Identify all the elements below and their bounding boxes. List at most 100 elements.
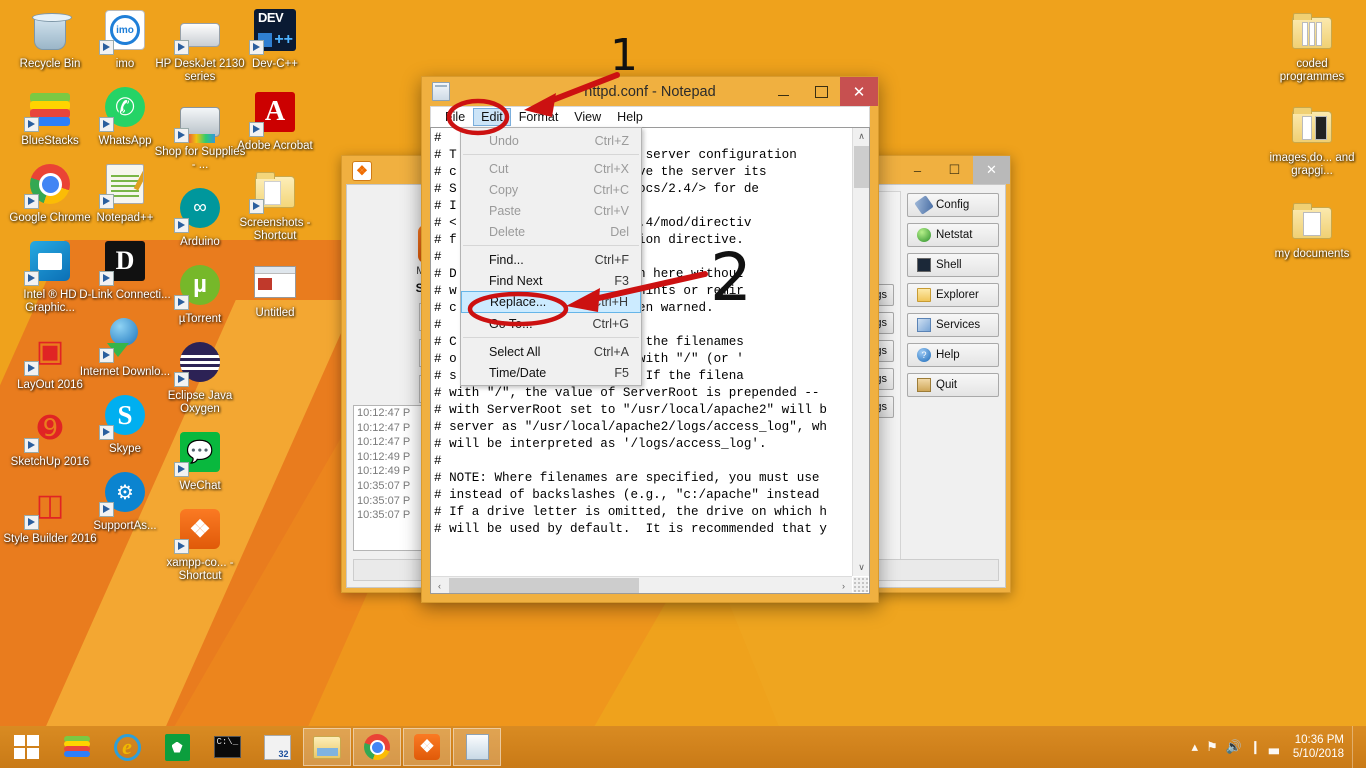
menu-item-find-next[interactable]: Find Next F3 [461, 270, 641, 291]
shortcut-overlay-icon [174, 40, 189, 55]
notepad-titlebar[interactable]: httpd.conf - Notepad ✕ [422, 77, 878, 106]
scroll-left-arrow-icon[interactable]: ‹ [431, 577, 448, 593]
desktop-icon-screenshots-folder[interactable]: Screenshots - Shortcut [225, 165, 325, 243]
show-hidden-icons-icon[interactable]: ▴ [1192, 739, 1199, 755]
menu-item-cut[interactable]: Cut Ctrl+X [461, 158, 641, 179]
taskbar-item-google-chrome[interactable] [353, 728, 401, 766]
menu-item-paste[interactable]: Paste Ctrl+V [461, 200, 641, 221]
desktop-icon-label: images,do... and grapgi... [1269, 152, 1355, 177]
layout-2016-icon: ▣ [24, 327, 74, 376]
terminal-icon: C:\_ [213, 736, 241, 758]
desktop-icon-my-documents[interactable]: my documents [1262, 196, 1362, 261]
battery-icon[interactable]: ❙ [1250, 739, 1261, 755]
question-icon: ? [917, 348, 931, 362]
shortcut-overlay-icon [249, 199, 264, 214]
notepad-icon [465, 734, 489, 760]
desktop-icon-xampp-control-panel[interactable]: ❖ xampp-co... - Shortcut [150, 505, 250, 583]
menu-view[interactable]: View [566, 108, 609, 126]
start-button[interactable] [0, 726, 52, 768]
netstat-button[interactable]: Netstat [907, 223, 999, 247]
taskbar-item-bluestacks[interactable] [53, 728, 101, 766]
signal-strength-icon[interactable]: ▃ [1269, 739, 1279, 755]
style-builder-2016-icon: ◫ [24, 481, 74, 530]
desktop-icon-images-docs[interactable]: images,do... and grapgi... [1262, 100, 1362, 178]
network-flag-icon[interactable]: ⚑ [1206, 739, 1218, 755]
intel-hd-graphics-icon [24, 237, 74, 286]
notepad-maximize-button[interactable] [802, 77, 840, 106]
desktop-icon-label: Skype [109, 443, 141, 455]
menu-item-go-to[interactable]: Go To... Ctrl+G [461, 313, 641, 334]
explorer-button[interactable]: Explorer [907, 283, 999, 307]
scroll-down-arrow-icon[interactable]: ∨ [853, 559, 869, 576]
horizontal-scrollbar[interactable]: ‹ › [431, 576, 852, 593]
clock-date: 5/10/2018 [1292, 748, 1344, 760]
taskbar[interactable]: e C:\_ ❖ ▴ ⚑ 🔊 ❙ ▃ 10:36 P [0, 726, 1366, 768]
notepad-minimize-button[interactable] [764, 77, 802, 106]
taskbar-item-internet-explorer[interactable]: e [103, 728, 151, 766]
desktop-icon-wechat[interactable]: 💬 WeChat [150, 428, 250, 493]
vertical-scrollbar[interactable]: ∧ ∨ [852, 128, 869, 576]
shortcut-overlay-icon [24, 361, 39, 376]
xampp-minimize-button[interactable]: – [899, 156, 936, 184]
taskbar-item-command-prompt[interactable]: C:\_ [203, 728, 251, 766]
skype-icon: S [99, 391, 149, 440]
taskbar-item-windows-store[interactable] [153, 728, 201, 766]
taskbar-item-file-explorer[interactable] [303, 728, 351, 766]
desktop-icon-adobe-acrobat[interactable]: A Adobe Acrobat [225, 88, 325, 153]
show-desktop-button[interactable] [1352, 726, 1360, 768]
xampp-close-button[interactable]: ✕ [973, 156, 1010, 184]
desktop-icon-label: Recycle Bin [19, 58, 81, 70]
edit-dropdown-menu[interactable]: Undo Ctrl+Z Cut Ctrl+X Copy Ctrl+C Paste… [460, 127, 642, 386]
internet-explorer-icon: e [113, 733, 141, 761]
config-button-label: Config [936, 199, 970, 211]
menu-help[interactable]: Help [609, 108, 651, 126]
shortcut-overlay-icon [24, 194, 39, 209]
desktop-icon-eclipse[interactable]: Eclipse Java Oxygen [150, 338, 250, 416]
folder-icon [1288, 100, 1336, 148]
shell-button-label: Shell [936, 259, 962, 271]
xampp-maximize-button[interactable]: ☐ [936, 156, 973, 184]
menu-item-undo[interactable]: Undo Ctrl+Z [461, 130, 641, 151]
desktop[interactable]: Recycle Bin BlueStacks Google Chrome Int… [0, 0, 1366, 768]
scroll-right-arrow-icon[interactable]: › [835, 577, 852, 593]
vertical-scrollbar-thumb[interactable] [854, 146, 869, 188]
menu-file[interactable]: File [437, 108, 473, 126]
taskbar-item-notepad[interactable] [453, 728, 501, 766]
menu-item-find[interactable]: Find... Ctrl+F [461, 249, 641, 270]
shortcut-overlay-icon [99, 502, 114, 517]
shell-button[interactable]: Shell [907, 253, 999, 277]
shortcut-overlay-icon [99, 348, 114, 363]
desktop-icon-untitled[interactable]: Untitled [225, 255, 325, 320]
menu-item-delete[interactable]: Delete Del [461, 221, 641, 242]
clock[interactable]: 10:36 PM 5/10/2018 [1287, 733, 1344, 761]
services-button-label: Services [936, 319, 981, 331]
resize-grip-icon[interactable] [853, 577, 868, 592]
desktop-icon-label: WhatsApp [98, 135, 152, 147]
menu-edit[interactable]: Edit [473, 108, 511, 126]
sketchup-2016-icon: ➒ [24, 404, 74, 453]
help-button[interactable]: ? Help [907, 343, 999, 367]
volume-icon[interactable]: 🔊 [1226, 739, 1242, 755]
desktop-icon-dev-cpp[interactable]: DEV ++ Dev-C++ [225, 6, 325, 71]
menu-item-replace[interactable]: Replace... Ctrl+H [461, 291, 641, 313]
config-button[interactable]: Config [907, 193, 999, 217]
menu-format[interactable]: Format [511, 108, 567, 126]
google-chrome-icon [24, 160, 74, 209]
taskbar-item-calculator[interactable] [253, 728, 301, 766]
menu-item-time-date[interactable]: Time/Date F5 [461, 362, 641, 383]
quit-button[interactable]: Quit [907, 373, 999, 397]
arduino-icon: ∞ [174, 184, 224, 233]
menu-separator [463, 154, 639, 155]
notepad-close-button[interactable]: ✕ [840, 77, 878, 106]
desktop-icon-label: Screenshots - Shortcut [239, 217, 311, 242]
taskbar-item-xampp[interactable]: ❖ [403, 728, 451, 766]
shortcut-overlay-icon [99, 117, 114, 132]
menu-item-copy[interactable]: Copy Ctrl+C [461, 179, 641, 200]
shortcut-overlay-icon [174, 372, 189, 387]
internet-download-manager-icon [99, 314, 149, 363]
services-button[interactable]: Services [907, 313, 999, 337]
desktop-icon-coded-programmes[interactable]: coded programmes [1262, 6, 1362, 84]
menu-item-select-all[interactable]: Select All Ctrl+A [461, 341, 641, 362]
horizontal-scrollbar-thumb[interactable] [449, 578, 639, 593]
scroll-up-arrow-icon[interactable]: ∧ [853, 128, 869, 145]
